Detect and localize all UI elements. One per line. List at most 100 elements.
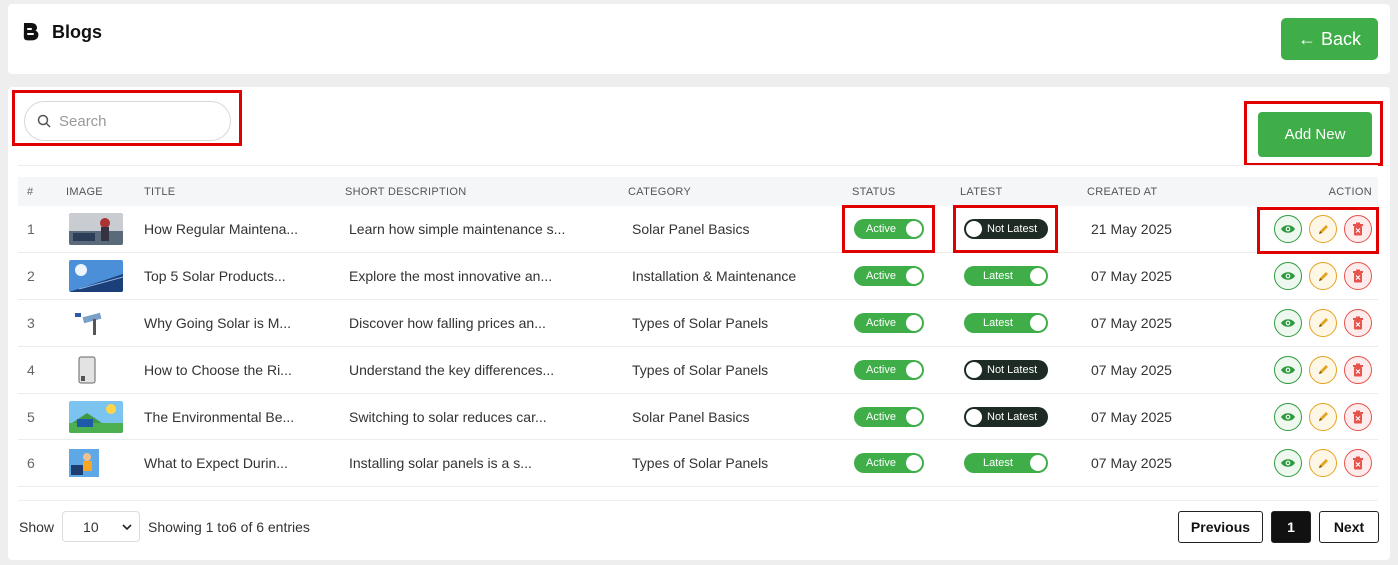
toggle-knob <box>966 361 982 378</box>
delete-button[interactable] <box>1344 308 1372 337</box>
blog-thumbnail-image <box>69 306 123 339</box>
status-toggle[interactable]: Active <box>854 359 924 380</box>
edit-button[interactable] <box>1309 355 1337 384</box>
toggle-knob <box>906 455 922 472</box>
pencil-icon <box>1318 318 1328 328</box>
row-thumbnail <box>42 346 131 393</box>
latest-toggle[interactable]: Not Latest <box>964 406 1048 427</box>
add-new-button[interactable]: Add New <box>1258 112 1372 157</box>
row-actions <box>1243 440 1378 487</box>
search-input[interactable] <box>59 112 209 130</box>
pencil-icon <box>1318 365 1328 375</box>
search-highlight <box>12 90 242 146</box>
row-title: Why Going Solar is M... <box>144 314 292 331</box>
trash-icon <box>1353 410 1363 424</box>
status-toggle[interactable]: Active <box>854 453 924 474</box>
toggle-knob <box>1030 314 1046 331</box>
toggle-knob <box>906 361 922 378</box>
row-status: Active <box>841 440 951 487</box>
chevron-down-icon <box>122 523 132 530</box>
delete-button[interactable] <box>1344 402 1372 431</box>
page-title: Blogs <box>20 21 102 43</box>
row-category: Installation & Maintenance <box>632 268 797 285</box>
delete-button[interactable] <box>1344 449 1372 478</box>
table-row: 5 The Environmental Be... Switching to s… <box>18 393 1378 440</box>
action-highlight <box>1257 207 1379 254</box>
row-latest: Not Latest <box>951 346 1078 393</box>
status-toggle[interactable]: Active <box>854 406 924 427</box>
row-actions <box>1243 393 1378 440</box>
page-size-select[interactable]: 10 <box>62 511 141 542</box>
edit-button[interactable] <box>1309 402 1337 431</box>
latest-highlight <box>953 205 1058 253</box>
status-toggle[interactable]: Active <box>854 312 924 333</box>
row-description: Learn how simple maintenance s... <box>349 221 566 238</box>
search-field[interactable] <box>24 101 231 141</box>
latest-toggle[interactable]: Latest <box>964 453 1048 474</box>
back-button[interactable]: ← Back <box>1281 18 1378 60</box>
view-button[interactable] <box>1274 355 1302 384</box>
col-header-latest: LATEST <box>960 185 1003 198</box>
latest-toggle[interactable]: Not Latest <box>964 359 1048 380</box>
next-page-button[interactable]: Next <box>1319 511 1379 543</box>
row-number: 4 <box>27 361 35 378</box>
row-number: 6 <box>27 455 35 472</box>
row-number: 5 <box>27 408 35 425</box>
latest-toggle-label: Not Latest <box>987 410 1038 423</box>
status-toggle-label: Active <box>866 316 896 329</box>
row-latest: Latest <box>951 253 1078 300</box>
latest-toggle[interactable]: Latest <box>964 266 1048 287</box>
previous-page-button[interactable]: Previous <box>1178 511 1263 543</box>
row-title: How to Choose the Ri... <box>144 361 292 378</box>
edit-button[interactable] <box>1309 308 1337 337</box>
table-row: 4 How to Choose the Ri... Understand the… <box>18 346 1378 394</box>
page-title-text: Blogs <box>52 21 103 42</box>
row-created-at: 07 May 2025 <box>1091 361 1172 378</box>
delete-button[interactable] <box>1344 355 1372 384</box>
col-header-status: STATUS <box>852 185 896 198</box>
toggle-knob <box>906 408 922 425</box>
status-toggle[interactable]: Active <box>854 266 924 287</box>
view-button[interactable] <box>1274 402 1302 431</box>
col-header-action: ACTION <box>1328 185 1372 198</box>
view-button[interactable] <box>1274 262 1302 291</box>
row-created-at: 07 May 2025 <box>1091 268 1172 285</box>
pagination: Previous 1 Next <box>1178 511 1379 543</box>
header-bar: Blogs ← Back <box>8 4 1390 74</box>
page-size-control: Show 10 Showing 1 to6 of 6 entries <box>19 511 310 542</box>
eye-icon <box>1281 319 1295 327</box>
row-title: What to Expect Durin... <box>144 455 288 472</box>
row-latest: Latest <box>951 300 1078 347</box>
page-1-button[interactable]: 1 <box>1271 511 1311 543</box>
latest-toggle-label: Latest <box>983 457 1013 470</box>
col-header-created-at: CREATED AT <box>1087 185 1158 198</box>
row-thumbnail <box>42 440 131 487</box>
latest-toggle[interactable]: Latest <box>964 312 1048 333</box>
edit-button[interactable] <box>1309 262 1337 291</box>
pencil-icon <box>1318 412 1328 422</box>
toggle-knob <box>966 408 982 425</box>
row-latest: Latest <box>951 440 1078 487</box>
row-status: Active <box>841 346 951 393</box>
table-row: 1 How Regular Maintena... Learn how simp… <box>18 206 1378 253</box>
toggle-knob <box>1030 268 1046 285</box>
edit-button[interactable] <box>1309 449 1337 478</box>
row-status: Active <box>841 393 951 440</box>
col-header-image: IMAGE <box>66 185 103 198</box>
row-status: Active <box>841 300 951 347</box>
add-new-highlight: Add New <box>1244 101 1383 166</box>
row-category: Types of Solar Panels <box>632 455 769 472</box>
blogger-icon <box>23 23 39 41</box>
pencil-icon <box>1318 458 1328 468</box>
row-thumbnail <box>42 206 131 253</box>
blog-thumbnail-image <box>69 213 123 246</box>
col-header-title: TITLE <box>144 185 176 198</box>
row-description: Switching to solar reduces car... <box>349 408 547 425</box>
row-title: How Regular Maintena... <box>144 221 299 238</box>
view-button[interactable] <box>1274 308 1302 337</box>
table-row: 2 Top 5 Solar Products... Explore the mo… <box>18 253 1378 300</box>
search-icon <box>37 114 51 128</box>
row-description: Installing solar panels is a s... <box>349 455 532 472</box>
view-button[interactable] <box>1274 449 1302 478</box>
delete-button[interactable] <box>1344 262 1372 291</box>
